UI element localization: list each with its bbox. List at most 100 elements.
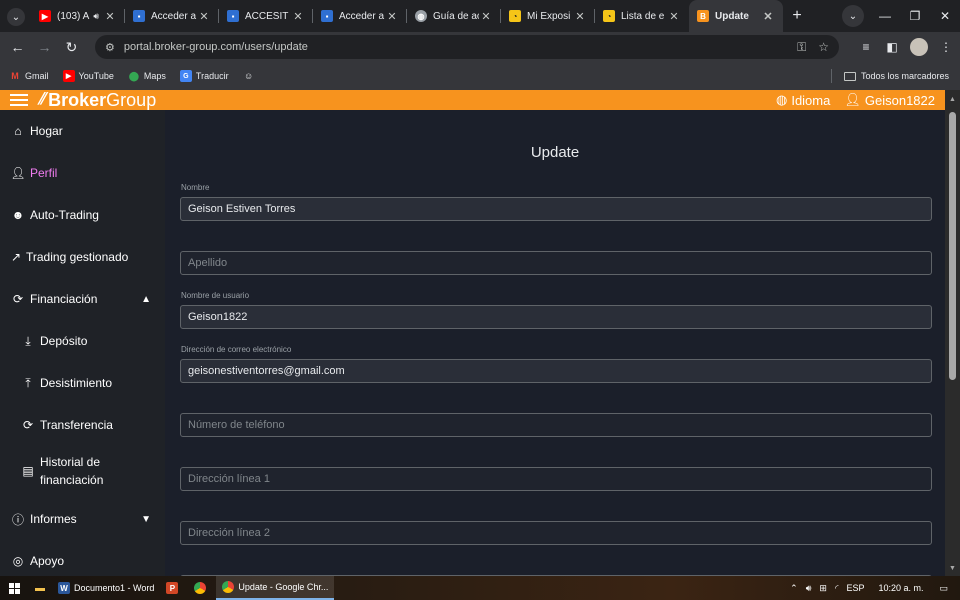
bookmark-translate[interactable]: G Traducir <box>179 70 229 82</box>
tab-5[interactable]: ◔ Mi Exposi ✕ <box>501 0 595 32</box>
site-icon: ▪ <box>227 10 239 22</box>
sidebar-item-label-group: Historial de financiación <box>40 453 103 489</box>
minimize-icon[interactable]: — <box>870 0 900 32</box>
sidebar-item-perfil[interactable]: 👤︎ Perfil <box>0 164 165 182</box>
sidebar-item-label: Transferencia <box>40 418 113 432</box>
address-line-2-field[interactable]: Dirección línea 2 <box>180 521 932 545</box>
sidebar-item-transferencia[interactable]: ⟳ Transferencia <box>0 416 165 434</box>
close-icon[interactable]: ✕ <box>197 10 211 23</box>
taskbar-app-label: Documento1 - Word <box>74 583 155 593</box>
main-content: Update Nombre Geison Estiven Torres Apel… <box>165 110 945 599</box>
speaker-icon[interactable]: 🔊︎ <box>93 11 99 22</box>
volume-icon[interactable]: 🔊︎ <box>806 583 812 594</box>
sidebar-item-historial[interactable]: ▤ Historial de financiación <box>0 453 165 489</box>
notification-icon[interactable]: ▭ <box>939 583 948 594</box>
reload-icon[interactable]: ↻ <box>58 39 85 56</box>
back-icon[interactable]: ← <box>4 39 31 55</box>
sidebar-item-trading-gestionado[interactable]: ↗ Trading gestionado <box>0 248 165 266</box>
nombre-field[interactable]: Geison Estiven Torres <box>180 197 932 221</box>
taskbar-app-powerpoint[interactable]: P <box>160 576 188 600</box>
bookmark-label: Gmail <box>25 71 49 81</box>
word-icon: W <box>58 582 70 594</box>
tab-3[interactable]: ▪ Acceder a ✕ <box>313 0 407 32</box>
restore-icon[interactable]: ❐ <box>900 0 930 32</box>
address-bar[interactable]: ⚙ portal.broker-group.com/users/update ⚿… <box>95 35 839 59</box>
chevron-up-icon[interactable]: ⌃ <box>790 583 798 594</box>
clock[interactable]: 10:20 a. m. <box>878 583 923 593</box>
tab-0[interactable]: ▶ (103) A 🔊︎ ✕ <box>31 0 125 32</box>
url-text[interactable]: portal.broker-group.com/users/update <box>124 41 785 53</box>
side-panel-icon[interactable]: ◧ <box>879 40 905 54</box>
sidebar-item-desistimiento[interactable]: ⤒ Desistimiento <box>0 374 165 392</box>
address-line-1-field[interactable]: Dirección línea 1 <box>180 467 932 491</box>
username-label: Geison1822 <box>864 92 935 108</box>
tab-search-button[interactable]: ⌄ <box>7 8 25 26</box>
key-icon[interactable]: ⚿ <box>797 40 806 55</box>
close-icon[interactable]: ✕ <box>103 10 117 23</box>
tab-7[interactable]: B Update ✕ <box>689 0 783 32</box>
taskbar-app-chrome-update[interactable]: Update - Google Chr... <box>216 576 335 600</box>
close-icon[interactable]: ✕ <box>667 10 681 23</box>
page-scrollbar[interactable]: ▲ ▼ <box>945 90 960 576</box>
sidebar-item-apoyo[interactable]: ◎ Apoyo <box>0 552 165 570</box>
sidebar-item-label: financiación <box>40 473 104 487</box>
new-tab-button[interactable]: + <box>783 7 811 32</box>
file-explorer-icon[interactable]: ▬ <box>28 576 52 600</box>
star-icon[interactable]: ☆ <box>818 40 829 54</box>
sidebar-item-label: Apoyo <box>30 554 65 568</box>
brokergroup-logo[interactable]: ⫽ Broker Group <box>38 91 156 109</box>
tab-list-icon[interactable]: ⌄ <box>842 5 864 27</box>
bookmark-maps[interactable]: ⬤ Maps <box>128 70 166 82</box>
sidebar-item-financiacion[interactable]: ⟳ Financiación ▲ <box>0 290 165 308</box>
taskbar-app-word[interactable]: W Documento1 - Word <box>52 576 160 600</box>
network-icon[interactable]: ⊞ <box>819 583 827 594</box>
close-icon[interactable]: ✕ <box>291 10 305 23</box>
phone-field[interactable]: Número de teléfono <box>180 413 932 437</box>
bookmark-gmail[interactable]: M Gmail <box>9 70 49 82</box>
site-info-icon[interactable]: ⚙ <box>105 41 115 54</box>
close-window-icon[interactable]: ✕ <box>930 0 960 32</box>
tab-title: Acceder a <box>151 10 197 22</box>
media-icon[interactable]: ≡ <box>853 40 879 54</box>
robot-icon: ☻ <box>11 208 25 222</box>
close-icon[interactable]: ✕ <box>573 10 587 23</box>
close-icon[interactable]: ✕ <box>479 10 493 23</box>
sidebar-item-informes[interactable]: ⓘ Informes ▼ <box>0 510 165 528</box>
tab-6[interactable]: ◔ Lista de e ✕ <box>595 0 689 32</box>
language-button[interactable]: ◍ Idioma <box>776 92 830 108</box>
close-icon[interactable]: ✕ <box>761 10 775 23</box>
sidebar: ⌂ Hogar 👤︎ Perfil ☻ Auto-Trading ↗ Tradi… <box>0 110 165 576</box>
tab-2[interactable]: ▪ ACCESIT - ✕ <box>219 0 313 32</box>
email-field[interactable]: geisonestiventorres@gmail.com <box>180 359 932 383</box>
menu-icon[interactable]: ⋮ <box>933 40 959 54</box>
avatar[interactable] <box>910 38 928 56</box>
windows-icon <box>8 582 20 594</box>
taskbar-app-chrome[interactable] <box>188 576 216 600</box>
scroll-up-icon[interactable]: ▲ <box>949 96 956 103</box>
wifi-icon[interactable]: ◜ <box>835 583 839 594</box>
language-indicator[interactable]: ESP <box>846 583 864 593</box>
bookmark-extension[interactable]: ☺ <box>243 70 259 82</box>
page-title: Update <box>530 144 580 161</box>
taskbar-app-label: Update - Google Chr... <box>238 582 329 592</box>
close-icon[interactable]: ✕ <box>385 10 399 23</box>
all-bookmarks-button[interactable]: Todos los marcadores <box>830 62 949 90</box>
sidebar-item-hogar[interactable]: ⌂ Hogar <box>0 122 165 140</box>
start-button[interactable] <box>0 582 28 594</box>
tab-4[interactable]: ◍ Guía de ac ✕ <box>407 0 501 32</box>
site-icon: ◔ <box>509 10 521 22</box>
brokergroup-mark-icon: ⫽ <box>38 91 46 108</box>
scrollbar-thumb[interactable] <box>949 112 956 380</box>
username-field[interactable]: Geison1822 <box>180 305 932 329</box>
bookmark-youtube[interactable]: ▶ YouTube <box>62 70 114 82</box>
hamburger-menu-icon[interactable] <box>10 94 28 106</box>
tab-1[interactable]: ▪ Acceder a ✕ <box>125 0 219 32</box>
forward-icon[interactable]: → <box>31 39 58 55</box>
sidebar-item-deposito[interactable]: ⤓ Depósito <box>0 332 165 350</box>
scroll-down-icon[interactable]: ▼ <box>949 565 956 572</box>
exchange-icon: ⟳ <box>22 418 34 432</box>
sidebar-item-auto-trading[interactable]: ☻ Auto-Trading <box>0 206 165 224</box>
folder-icon <box>843 71 856 81</box>
apellido-field[interactable]: Apellido <box>180 251 932 275</box>
user-menu-button[interactable]: 👤︎ Geison1822 <box>844 92 935 108</box>
